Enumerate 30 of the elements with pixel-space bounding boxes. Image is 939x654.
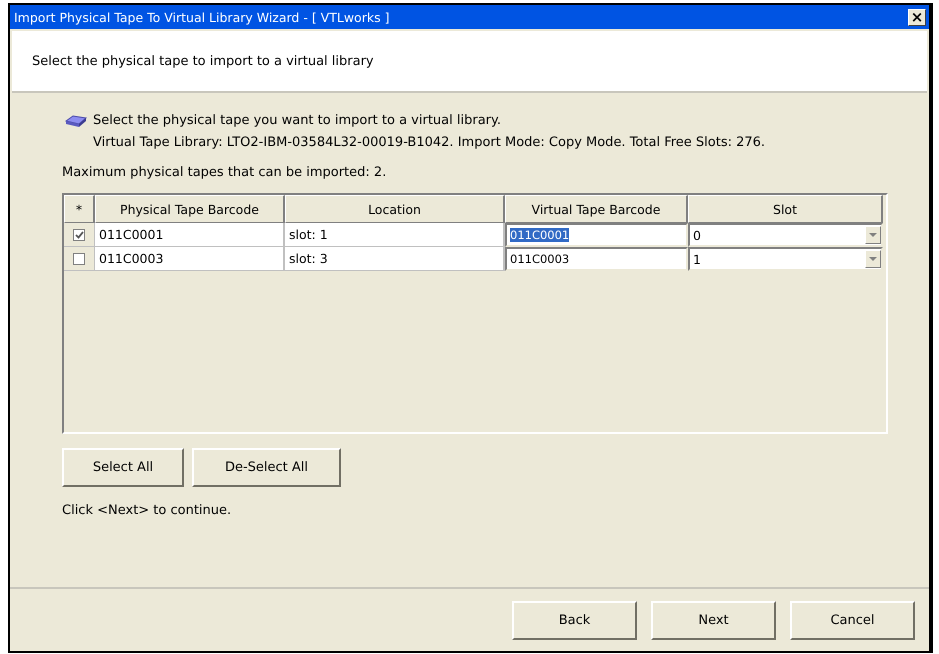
caret-icon bbox=[865, 226, 881, 244]
column-header[interactable]: Location bbox=[285, 195, 505, 223]
maximum-text: Maximum physical tapes that can be imported: 2. bbox=[62, 164, 388, 182]
library-details: Virtual Tape Library: LTO2-IBM-03584L32-00019-B1042. Import Mode: Copy Mode. Total Free Slots: 276. bbox=[93, 134, 766, 152]
barcode-field[interactable]: 011C0003 bbox=[505, 247, 688, 271]
hint-text: Click <Next> to continue. bbox=[62, 502, 232, 520]
slot-dropdown[interactable]: 0 bbox=[688, 223, 883, 247]
table-cell: 011C0001 bbox=[95, 223, 285, 247]
wizard-button[interactable]: Next bbox=[651, 600, 776, 640]
instruction-text: Select the physical tape you want to import to a virtual library. bbox=[93, 112, 502, 130]
table-cell: slot: 1 bbox=[285, 223, 505, 247]
table-cell: 011C0003 bbox=[95, 247, 285, 271]
barcode-field[interactable]: 011C0001 bbox=[505, 223, 688, 247]
selection-button[interactable]: Select All bbox=[62, 448, 184, 487]
column-header[interactable]: Virtual Tape Barcode bbox=[505, 195, 688, 223]
row-checkbox[interactable] bbox=[73, 228, 85, 240]
wizard-button[interactable]: Cancel bbox=[790, 600, 915, 640]
close-button[interactable]: × bbox=[908, 8, 926, 26]
column-header[interactable]: Slot bbox=[688, 195, 883, 223]
table-cell: slot: 3 bbox=[285, 247, 505, 271]
window-title: Import Physical Tape To Virtual Library Wizard - [ VTLworks ] bbox=[14, 10, 390, 24]
selection-button[interactable]: De-Select All bbox=[192, 448, 341, 487]
slot-dropdown[interactable]: 1 bbox=[688, 247, 883, 271]
tape-icon bbox=[65, 114, 87, 128]
column-header[interactable]: Physical Tape Barcode bbox=[95, 195, 285, 223]
row-checkbox[interactable] bbox=[73, 252, 85, 264]
wizard-button[interactable]: Back bbox=[512, 600, 637, 640]
header-text: Select the physical tape to import to a virtual library bbox=[32, 54, 374, 68]
column-header[interactable]: * bbox=[64, 195, 95, 223]
caret-icon bbox=[865, 250, 881, 268]
